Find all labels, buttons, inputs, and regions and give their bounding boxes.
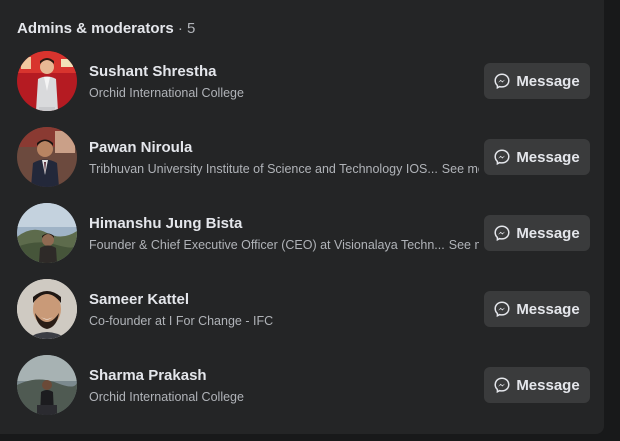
member-row: Pawan Niroula Tribhuvan University Insti…: [0, 126, 604, 202]
message-button-label: Message: [516, 72, 580, 90]
message-button[interactable]: Message: [484, 139, 590, 175]
member-description: Founder & Chief Executive Officer (CEO) …: [89, 238, 479, 252]
avatar[interactable]: [17, 51, 77, 111]
see-more-link[interactable]: See more: [449, 238, 479, 252]
admins-moderators-panel: Admins & moderators · 5 Sushant Shrestha: [0, 0, 604, 434]
messenger-icon: [494, 73, 510, 90]
message-button[interactable]: Message: [484, 215, 590, 251]
member-row: Sharma Prakash Orchid International Coll…: [0, 354, 604, 430]
message-button-label: Message: [516, 148, 580, 166]
avatar[interactable]: [17, 127, 77, 187]
message-button[interactable]: Message: [484, 291, 590, 327]
avatar[interactable]: [17, 279, 77, 339]
section-title: Admins & moderators: [17, 20, 174, 37]
see-more-link[interactable]: See more: [442, 162, 479, 176]
member-description-text: Orchid International College: [89, 390, 244, 404]
messenger-icon: [494, 301, 510, 318]
member-description-text: Orchid International College: [89, 86, 244, 100]
member-name[interactable]: Sharma Prakash: [89, 367, 207, 384]
avatar[interactable]: [17, 355, 77, 415]
member-description: Orchid International College: [89, 390, 248, 404]
page-background-right: [604, 0, 620, 441]
message-button[interactable]: Message: [484, 367, 590, 403]
message-button[interactable]: Message: [484, 63, 590, 99]
member-description-text: Founder & Chief Executive Officer (CEO) …: [89, 238, 445, 252]
member-name[interactable]: Sameer Kattel: [89, 291, 189, 308]
section-header: Admins & moderators · 5: [17, 20, 195, 37]
messenger-icon: [494, 225, 510, 242]
member-name[interactable]: Sushant Shrestha: [89, 63, 217, 80]
message-button-label: Message: [516, 376, 580, 394]
message-button-label: Message: [516, 300, 580, 318]
messenger-icon: [494, 149, 510, 166]
message-button-label: Message: [516, 224, 580, 242]
member-description-text: Co-founder at I For Change - IFC: [89, 314, 274, 328]
member-count: 5: [187, 20, 196, 37]
member-row: Himanshu Jung Bista Founder & Chief Exec…: [0, 202, 604, 278]
member-description: Co-founder at I For Change - IFC: [89, 314, 277, 328]
member-description-text: Tribhuvan University Institute of Scienc…: [89, 162, 438, 176]
member-description: Tribhuvan University Institute of Scienc…: [89, 162, 479, 176]
member-row: Sameer Kattel Co-founder at I For Change…: [0, 278, 604, 354]
member-row: Sushant Shrestha Orchid International Co…: [0, 50, 604, 126]
member-name[interactable]: Himanshu Jung Bista: [89, 215, 242, 232]
section-separator: ·: [173, 20, 188, 37]
messenger-icon: [494, 377, 510, 394]
avatar[interactable]: [17, 203, 77, 263]
member-name[interactable]: Pawan Niroula: [89, 139, 192, 156]
member-list: Sushant Shrestha Orchid International Co…: [0, 50, 604, 430]
page-background-bottom: [0, 434, 620, 441]
member-description: Orchid International College: [89, 86, 248, 100]
